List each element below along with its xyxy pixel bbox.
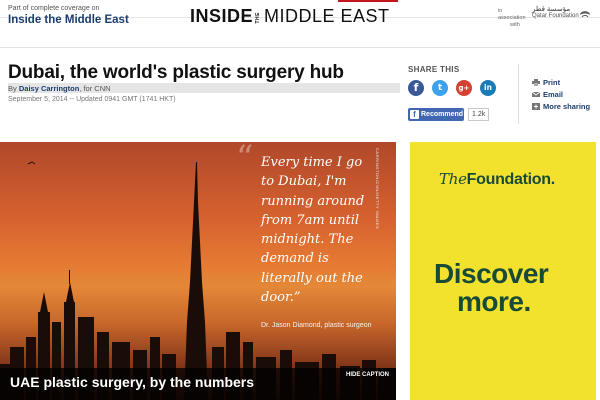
top-accent: [338, 0, 398, 2]
print-label: Print: [543, 78, 561, 87]
more-sharing-link[interactable]: More sharing: [532, 102, 590, 111]
show-title-logo[interactable]: INSIDE THE MIDDLE EAST: [190, 6, 390, 27]
hide-caption-button[interactable]: HIDE CAPTION: [346, 372, 389, 378]
quote-mark-icon: “: [236, 138, 254, 178]
byline-prefix: By: [8, 84, 17, 93]
ad-logo-the: The: [439, 170, 467, 188]
association-note: in association with: [498, 8, 528, 29]
show-title-the: THE: [255, 11, 262, 24]
print-icon: [532, 79, 540, 86]
recommend-count: 1.2k: [468, 108, 490, 121]
facebook-recommend-button[interactable]: f Recommend: [408, 108, 464, 121]
byline-outlet: , for CNN: [79, 84, 111, 93]
googleplus-share-icon[interactable]: g+: [456, 80, 472, 96]
association-line1: in association: [498, 8, 526, 21]
quote-attribution: Dr. Jason Diamond, plastic surgeon: [261, 322, 372, 329]
plus-icon: [532, 103, 540, 110]
email-label: Email: [543, 90, 564, 99]
share-title: SHARE THIS: [408, 65, 460, 74]
coverage-note: Part of complete coverage on: [8, 5, 100, 12]
author-link[interactable]: Daisy Carrington: [19, 84, 79, 93]
facebook-share-icon[interactable]: f: [408, 80, 424, 96]
print-link[interactable]: Print: [532, 78, 560, 87]
dateline: September 5, 2014 -- Updated 0941 GMT (1…: [8, 96, 176, 103]
email-icon: [532, 91, 540, 97]
show-title-word1: INSIDE: [190, 6, 254, 26]
ad-cta-line2[interactable]: more.: [457, 286, 531, 318]
partner-arabic: مؤسسة قطر: [532, 6, 571, 13]
qatar-foundation-mark-icon: [580, 11, 590, 18]
pull-quote: Every time I go to Dubai, I'm running ar…: [261, 155, 365, 306]
twitter-share-icon[interactable]: t: [432, 80, 448, 96]
show-title-word2: MIDDLE EAST: [264, 6, 390, 26]
image-caption: UAE plastic surgery, by the numbers: [10, 374, 255, 390]
more-sharing-label: More sharing: [543, 102, 591, 111]
facebook-square-icon: f: [410, 110, 419, 119]
coverage-link[interactable]: Inside the Middle East: [8, 14, 129, 26]
article-headline: Dubai, the world's plastic surgery hub: [8, 62, 344, 83]
photo-credit: CARRINGTON/CNN/GETTY IMAGES: [375, 148, 380, 230]
email-link[interactable]: Email: [532, 90, 563, 99]
byline: By Daisy Carrington, for CNN: [8, 84, 111, 93]
ad-logo: TheFoundation.: [439, 170, 555, 189]
share-divider: [518, 64, 519, 124]
linkedin-share-icon[interactable]: in: [480, 80, 496, 96]
ad-logo-foundation: Foundation.: [466, 171, 556, 188]
recommend-label: Recommend: [421, 111, 464, 118]
association-line2: with: [510, 22, 520, 28]
partner-name: Qatar Foundation: [532, 13, 579, 19]
qatar-foundation-logo[interactable]: مؤسسة قطر Qatar Foundation: [532, 6, 579, 20]
